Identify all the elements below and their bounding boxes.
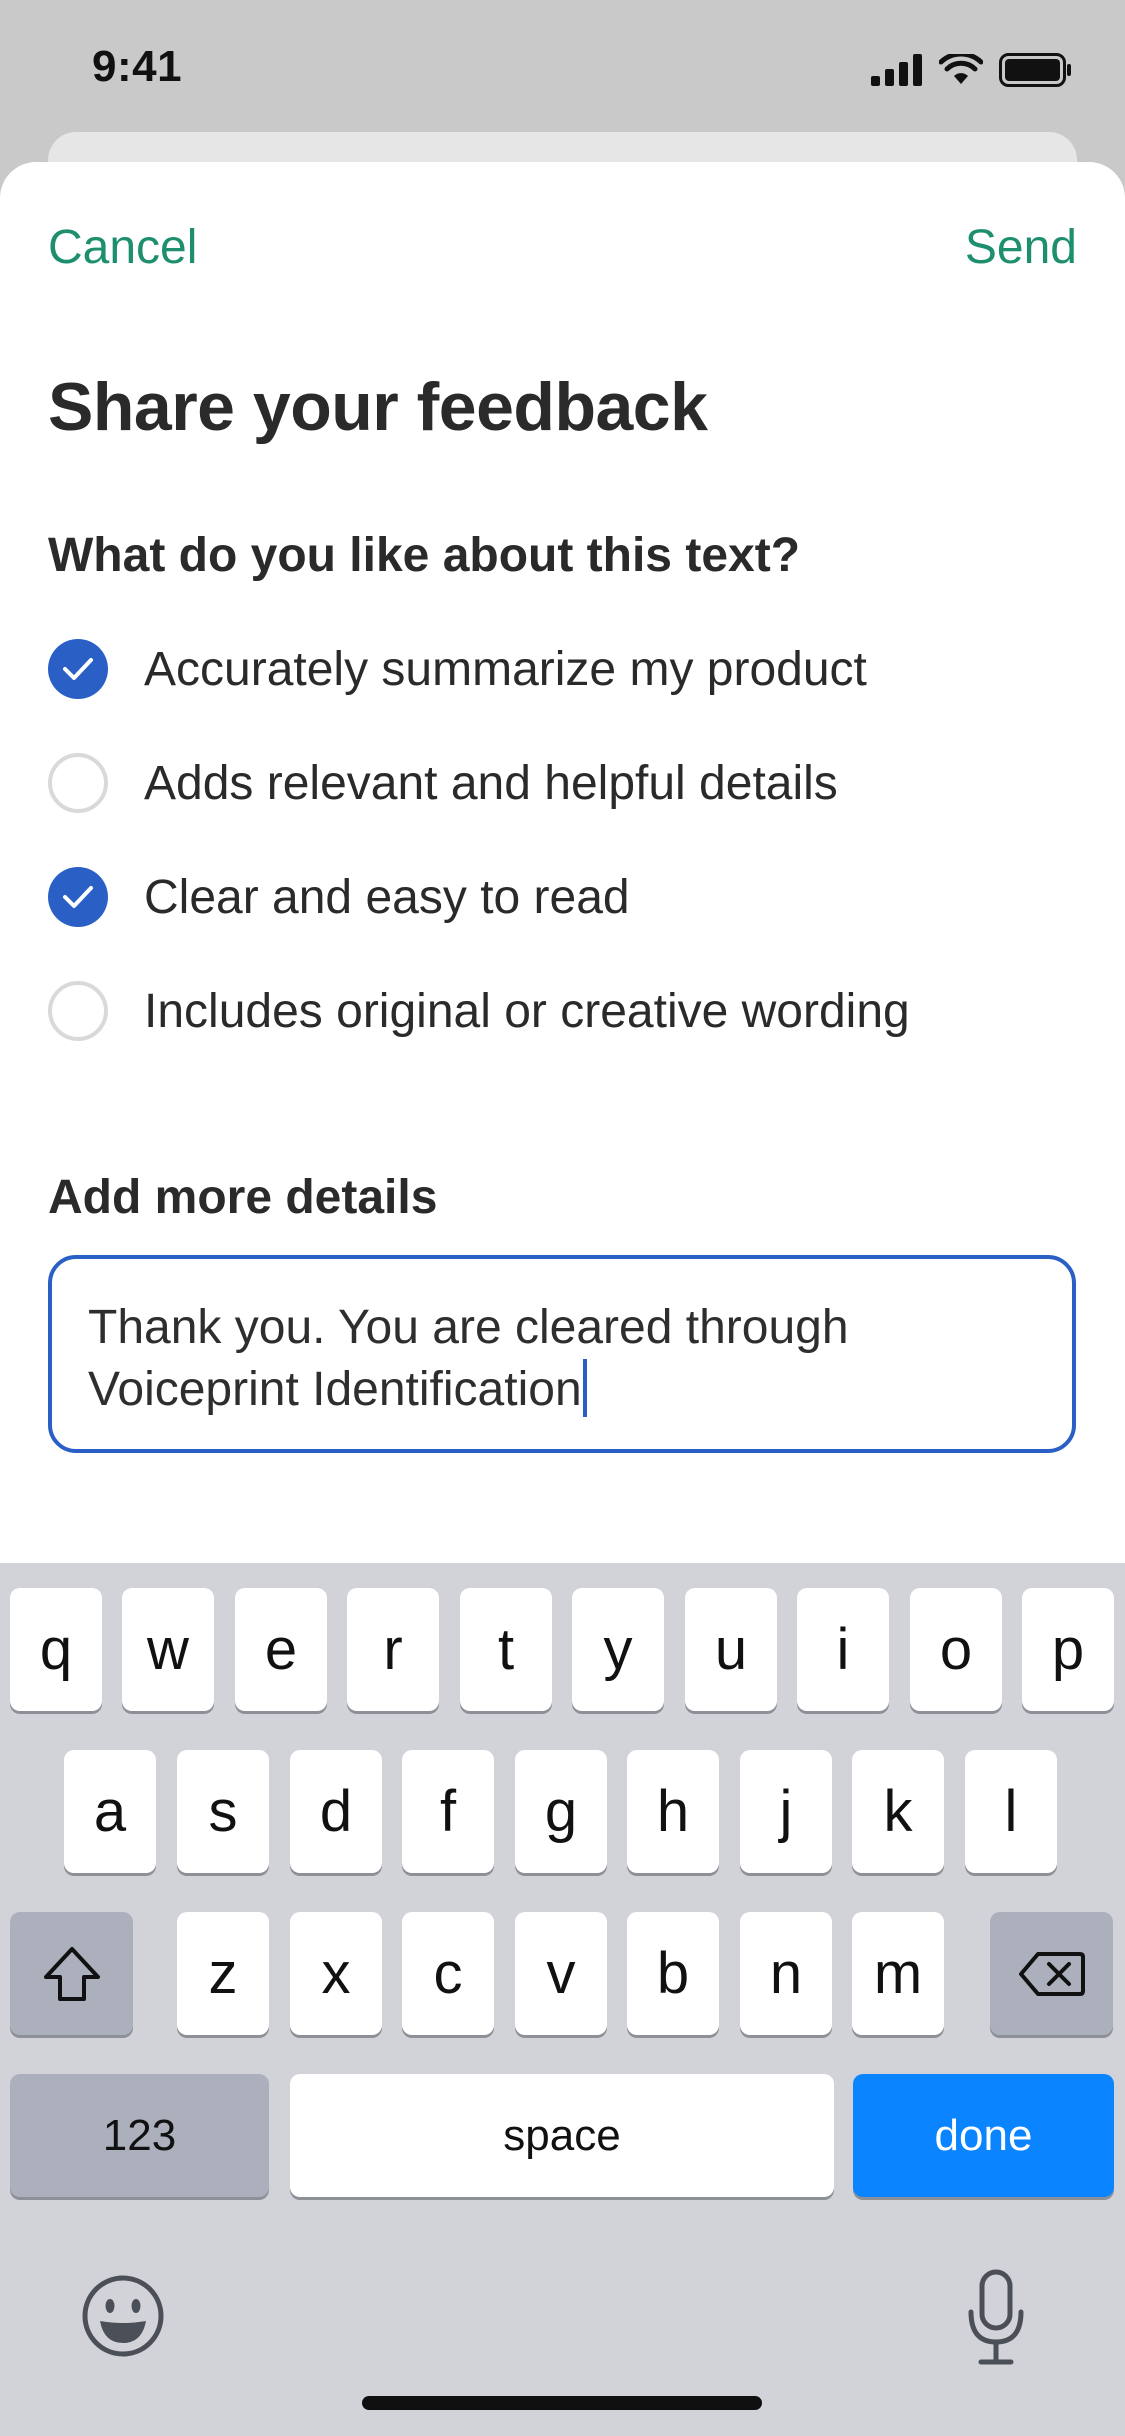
key-o[interactable]: o <box>910 1588 1002 1711</box>
send-button[interactable]: Send <box>965 220 1077 275</box>
option-label: Includes original or creative wording <box>144 984 910 1038</box>
key-s[interactable]: s <box>177 1750 269 1873</box>
shift-key[interactable] <box>10 1912 133 2035</box>
key-j[interactable]: j <box>740 1750 832 1873</box>
details-textarea[interactable]: Thank you. You are cleared through Voice… <box>48 1255 1076 1453</box>
microphone-icon <box>968 2269 1024 2365</box>
textarea-line-with-caret: Voiceprint Identification <box>88 1359 1036 1421</box>
key-v[interactable]: v <box>515 1912 607 2035</box>
key-k[interactable]: k <box>852 1750 944 1873</box>
key-y[interactable]: y <box>572 1588 664 1711</box>
key-h[interactable]: h <box>627 1750 719 1873</box>
delete-icon <box>1018 1951 1085 1996</box>
feedback-question: What do you like about this text? <box>48 529 801 582</box>
key-t[interactable]: t <box>460 1588 552 1711</box>
option-label: Adds relevant and helpful details <box>144 756 838 810</box>
details-label: Add more details <box>48 1171 438 1224</box>
key-l[interactable]: l <box>965 1750 1057 1873</box>
checkmark-icon <box>63 658 93 680</box>
key-b[interactable]: b <box>627 1912 719 2035</box>
key-g[interactable]: g <box>515 1750 607 1873</box>
delete-key[interactable] <box>990 1912 1113 2035</box>
key-i[interactable]: i <box>797 1588 889 1711</box>
emoji-button[interactable] <box>80 2273 166 2359</box>
checkmark-icon <box>63 886 93 908</box>
checkbox-unchecked[interactable] <box>48 981 108 1041</box>
space-key[interactable]: space <box>290 2074 834 2197</box>
key-p[interactable]: p <box>1022 1588 1114 1711</box>
keyboard: q w e r t y u i o p a s d f g h j k l z … <box>0 1563 1125 2436</box>
checkbox-unchecked[interactable] <box>48 753 108 813</box>
key-r[interactable]: r <box>347 1588 439 1711</box>
numbers-key[interactable]: 123 <box>10 2074 269 2197</box>
checkbox-checked[interactable] <box>48 867 108 927</box>
checkbox-checked[interactable] <box>48 639 108 699</box>
key-q[interactable]: q <box>10 1588 102 1711</box>
key-w[interactable]: w <box>122 1588 214 1711</box>
key-u[interactable]: u <box>685 1588 777 1711</box>
key-x[interactable]: x <box>290 1912 382 2035</box>
key-m[interactable]: m <box>852 1912 944 2035</box>
home-indicator <box>362 2396 762 2410</box>
key-a[interactable]: a <box>64 1750 156 1873</box>
status-time: 9:41 <box>92 42 183 91</box>
option-relevant-details[interactable]: Adds relevant and helpful details <box>48 748 1078 818</box>
textarea-line: Voiceprint Identification <box>88 1363 582 1416</box>
emoji-icon <box>82 2275 164 2357</box>
cancel-button[interactable]: Cancel <box>48 220 197 275</box>
textarea-line: Thank you. You are cleared through <box>88 1301 849 1354</box>
key-n[interactable]: n <box>740 1912 832 2035</box>
option-label: Clear and easy to read <box>144 870 630 924</box>
page-title: Share your feedback <box>48 369 708 445</box>
option-label: Accurately summarize my product <box>144 642 867 696</box>
option-clear-easy[interactable]: Clear and easy to read <box>48 862 1078 932</box>
battery-icon <box>999 53 1071 87</box>
key-e[interactable]: e <box>235 1588 327 1711</box>
option-accurately-summarize[interactable]: Accurately summarize my product <box>48 634 1078 704</box>
key-z[interactable]: z <box>177 1912 269 2035</box>
shift-icon <box>43 1946 100 2001</box>
text-cursor <box>582 1359 587 1417</box>
wifi-icon <box>939 54 983 84</box>
cellular-signal-icon <box>871 54 922 86</box>
dictation-button[interactable] <box>965 2268 1027 2368</box>
key-c[interactable]: c <box>402 1912 494 2035</box>
key-f[interactable]: f <box>402 1750 494 1873</box>
done-key[interactable]: done <box>853 2074 1114 2197</box>
status-icons <box>871 52 1073 88</box>
key-d[interactable]: d <box>290 1750 382 1873</box>
status-bar: 9:41 <box>0 0 1125 140</box>
option-original-wording[interactable]: Includes original or creative wording <box>48 976 1078 1046</box>
